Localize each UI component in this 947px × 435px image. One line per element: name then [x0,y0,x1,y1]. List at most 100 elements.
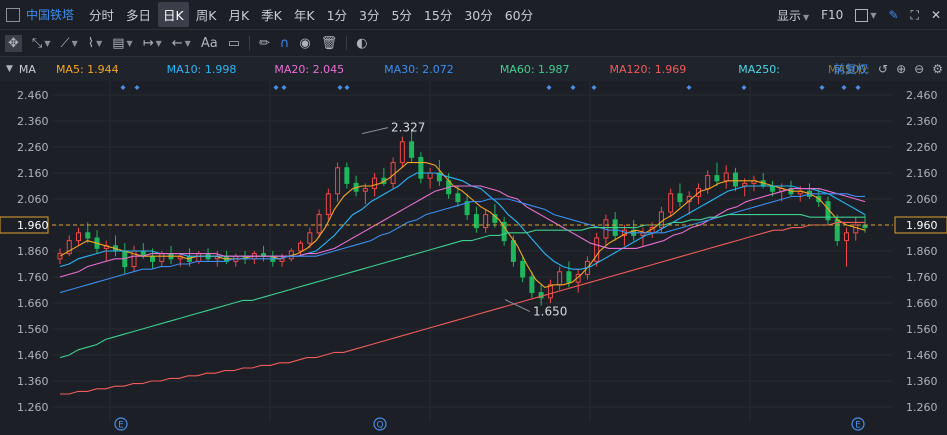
text-tool-icon[interactable]: Aa [201,36,218,51]
ma-line-ma30 [59,193,865,294]
event-diamond-marker [281,85,287,90]
candle-body [85,232,91,239]
candle-body [150,255,156,262]
top-bar: 中国铁塔 分时 多日 日K 周K 月K 季K 年K 1分 3分 5分 15分 30分 60分 显示 ▼ F… [0,0,947,30]
candle-body [557,271,563,286]
reset-icon[interactable]: ↺ [878,62,888,76]
adjust-button[interactable]: 前复权 [834,61,869,77]
candle-body [723,172,729,182]
tab-timeframe[interactable]: 60分 [500,2,538,27]
collapse-icon[interactable]: ▼ [6,64,13,74]
event-diamond-marker [273,85,279,90]
toolbar-divider [248,36,250,50]
y-tick-label-right: 1.760 [906,271,938,284]
y-tick-label-right: 1.460 [906,349,938,362]
pen-icon[interactable]: ✏ [259,36,270,51]
tab-timeframe[interactable]: 季K [256,2,287,27]
fib-tool-icon[interactable]: ▤ ▼ [112,36,132,51]
candle-body [843,232,849,242]
candle-body [76,232,82,242]
tab-timeframe[interactable]: 周K [191,2,222,27]
line-tool-icon[interactable]: ⟋ ▼ [60,36,77,51]
ma-value: MA10: 1.998 [166,62,237,76]
ma-value: MA60: 1.987 [499,62,570,76]
event-marker-label: Q [376,421,383,431]
draw-pen-icon[interactable]: ✎ [888,8,898,22]
candle-body [483,214,489,229]
ma-line-ma60 [59,214,865,359]
event-diamond-marker [546,85,552,90]
eye-icon[interactable]: ◉ [299,36,310,51]
zoom-out-icon[interactable]: ⊖ [914,62,924,76]
y-tick-label-left: 2.060 [17,193,49,206]
y-tick-label-left: 2.260 [17,141,49,154]
y-tick-label-left: 2.160 [17,167,49,180]
candle-body [732,172,738,187]
y-tick-label-right: 2.260 [906,141,938,154]
candle-body [362,188,368,192]
event-diamond-marker [591,85,597,90]
chevron-down-icon: ▼ [802,12,810,22]
f10-button[interactable]: F10 [821,8,843,22]
event-diamond-marker [686,85,692,90]
y-tick-label-right: 1.860 [906,245,938,258]
ma-value: MA5: 1.944 [55,62,119,76]
y-tick-label-left: 1.760 [17,271,49,284]
comment-icon[interactable]: ▭ [228,36,240,51]
high-annotation-line [361,127,389,135]
measure-tool-icon[interactable]: ↦ ▼ [143,36,162,51]
wave-tool-icon[interactable]: ⌇ ▼ [88,36,103,51]
kline-chart-area[interactable]: 2.460 2.460 2.360 2.360 2.260 2.260 2.160 2.160… [0,81,947,432]
tab-timeframe[interactable]: 15分 [419,2,457,27]
arrow-tool-icon[interactable]: ← ▼ [172,36,191,51]
tab-timeframe[interactable]: 分时 [84,2,119,27]
fullscreen-icon[interactable]: ⛶ [911,8,919,23]
y-tick-label-left: 1.360 [17,375,49,388]
y-tick-label-right: 1.260 [906,401,938,414]
sidebar-toggle-icon[interactable] [6,7,20,22]
close-icon[interactable]: ✕ [931,8,941,22]
ma-value: MA120: 1.969 [609,62,687,76]
ma-value: MA30: 2.072 [384,62,454,76]
event-diamond-marker [741,85,747,90]
candle-body [279,258,285,262]
zoom-in-icon[interactable]: ⊕ [896,62,906,76]
high-annotation-label: 2.327 [391,121,425,135]
tab-timeframe[interactable]: 多日 [121,2,156,27]
tab-timeframe[interactable]: 5分 [386,2,416,27]
ma-value: MA20: 2.045 [274,62,345,76]
tab-timeframe[interactable]: 3分 [354,2,384,27]
candle-body [390,162,396,184]
candle-body [473,214,479,229]
layout-menu[interactable]: ▼ [855,8,877,22]
event-diamond-marker [570,85,576,90]
event-marker-label: E [118,421,124,431]
candle-body [335,167,341,195]
y-tick-label-left: 2.460 [17,89,49,102]
trash-icon[interactable]: 🗑 [321,36,338,51]
toggle-icon[interactable]: ◐ [356,36,367,51]
settings-icon[interactable]: ⚙ [932,62,943,76]
y-tick-label-right: 2.160 [906,167,938,180]
candle-body [510,240,516,262]
ma-line-ma120 [60,221,865,395]
candle-body [325,193,331,216]
chevron-down-icon: ▼ [870,10,877,20]
stock-name[interactable]: 中国铁塔 [26,6,74,23]
tab-timeframe[interactable]: 1分 [322,2,352,27]
y-tick-label-right: 2.460 [906,89,938,102]
tab-timeframe[interactable]: 30分 [459,2,497,27]
ma-legend-bar: ▼ MA MA5: 1.944 MA10: 1.998 MA20: 2.045 MA3… [0,57,947,81]
ma-label[interactable]: MA [19,63,36,76]
magnet-icon[interactable]: ∩ [280,36,290,51]
move-icon[interactable]: ✥ [5,34,22,52]
timeframe-tabs: 分时 多日 日K 周K 月K 季K 年K 1分 3分 5分 15分 30分 60分 [84,2,540,27]
kline-chart[interactable]: 2.460 2.460 2.360 2.360 2.260 2.260 2.160 2.160… [0,81,947,432]
tab-timeframe[interactable]: 月K [223,2,254,27]
tab-timeframe[interactable]: 日K [158,2,189,27]
candle-body [196,253,202,262]
y-tick-label-left: 1.560 [17,323,49,336]
display-menu[interactable]: 显示 ▼ [777,7,809,24]
tab-timeframe[interactable]: 年K [289,2,320,27]
crosshair-icon[interactable]: ⤡ ▼ [32,36,51,51]
